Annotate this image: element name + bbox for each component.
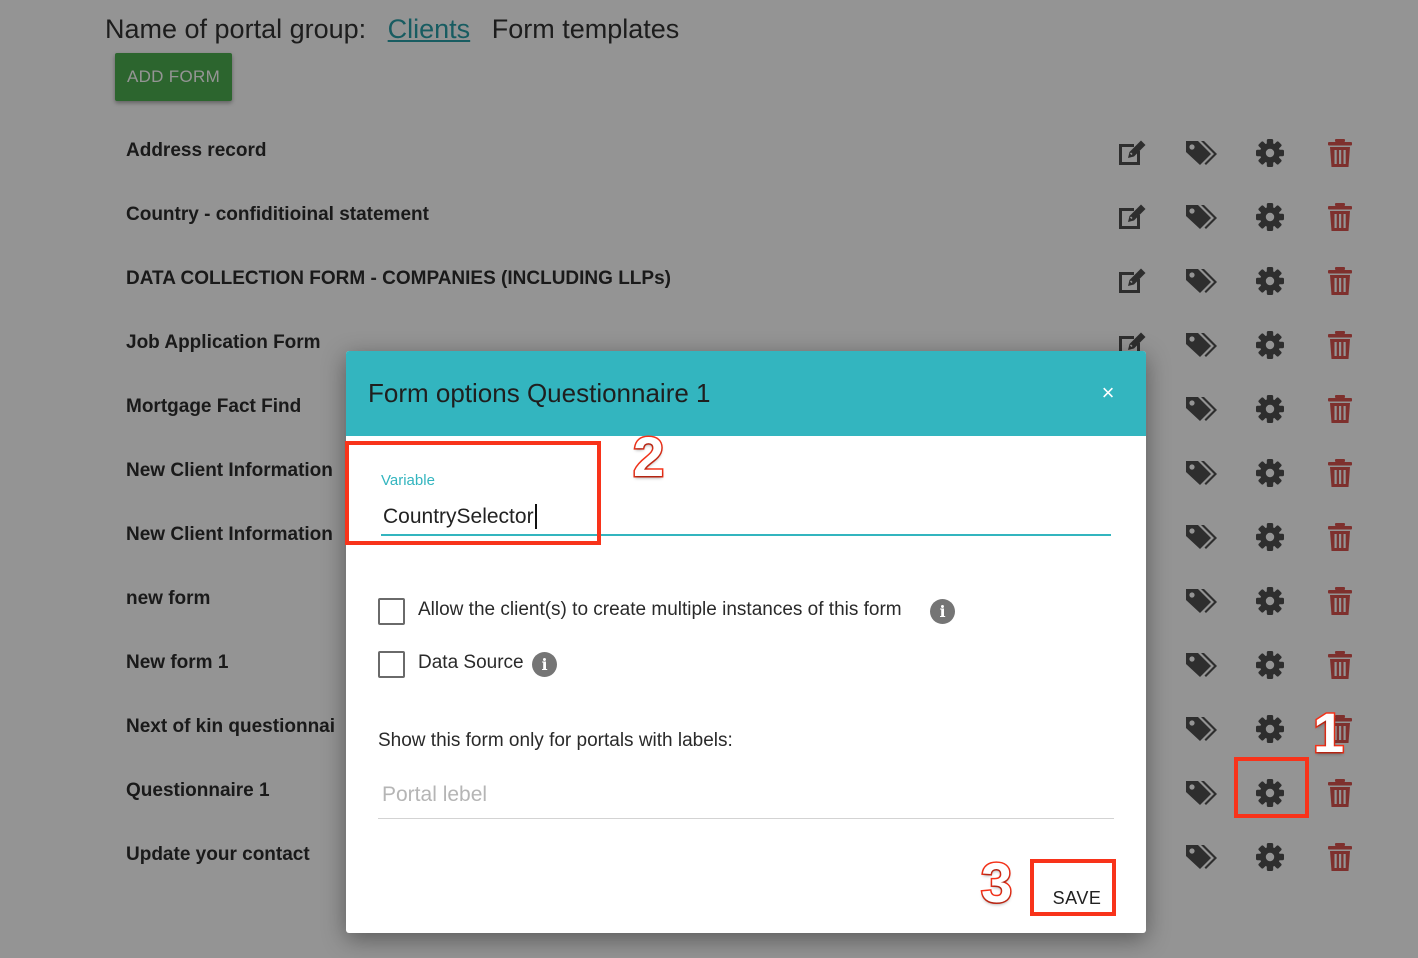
- multiple-instances-checkbox[interactable]: [378, 598, 405, 625]
- dialog-title: Form options Questionnaire 1: [368, 378, 711, 408]
- dialog-header: Form options Questionnaire 1 ×: [346, 351, 1146, 436]
- annotation-box-3: [1030, 859, 1116, 916]
- multiple-instances-label: Allow the client(s) to create multiple i…: [418, 599, 902, 620]
- annotation-box-1: [1234, 757, 1309, 818]
- info-icon[interactable]: i: [532, 652, 557, 677]
- close-icon[interactable]: ×: [1096, 381, 1120, 405]
- annotation-number-2: 2: [631, 424, 665, 490]
- portal-labels-title: Show this form only for portals with lab…: [378, 730, 733, 751]
- data-source-checkbox[interactable]: [378, 651, 405, 678]
- annotation-number-1: 1: [1311, 700, 1345, 766]
- data-source-label: Data Source: [418, 652, 524, 673]
- data-source-option[interactable]: Data Source i: [378, 649, 578, 679]
- portal-label-input[interactable]: [378, 771, 1114, 819]
- annotation-box-2: [345, 441, 601, 545]
- form-options-dialog: Form options Questionnaire 1 × Variable …: [346, 351, 1146, 933]
- annotation-number-3: 3: [979, 850, 1013, 916]
- multiple-instances-option[interactable]: Allow the client(s) to create multiple i…: [378, 596, 978, 626]
- info-icon[interactable]: i: [930, 599, 955, 624]
